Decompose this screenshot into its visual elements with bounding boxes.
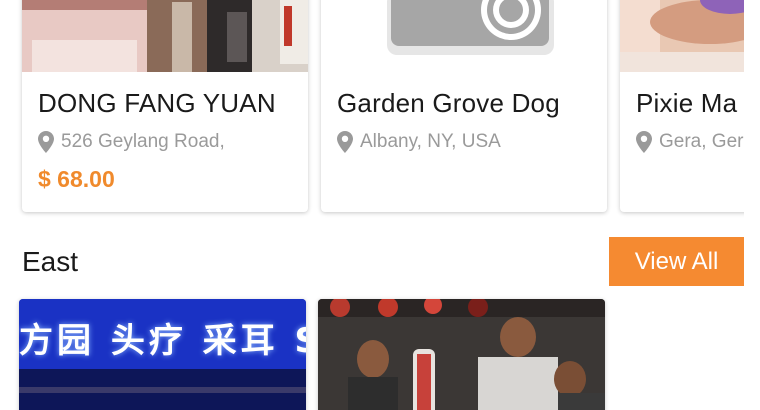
section-title-east: East <box>22 246 79 277</box>
east-listing-card[interactable]: 方园 头疗 采耳 S <box>19 299 306 410</box>
barbershop-photo <box>318 299 605 410</box>
listing-card-pixie[interactable]: Pixie Ma Gera, Gern <box>620 0 744 212</box>
listing-title[interactable]: Pixie Ma <box>636 88 737 119</box>
location-text: Albany, NY, USA <box>360 131 501 152</box>
location-text: 526 Geylang Road, <box>61 131 225 152</box>
massage-photo <box>620 0 744 72</box>
listing-title[interactable]: Garden Grove Dog <box>337 88 560 119</box>
location-text: Gera, Gern <box>659 131 744 152</box>
listing-price: $ 68.00 <box>38 166 115 192</box>
salon-interior-photo <box>22 0 308 72</box>
listing-location: Gera, Gern <box>636 131 744 153</box>
signboard-text: 方园 头疗 采耳 S <box>19 321 306 361</box>
view-all-button[interactable]: View All <box>609 237 744 286</box>
east-listing-card[interactable] <box>318 299 605 410</box>
listing-location: 526 Geylang Road, <box>38 131 225 153</box>
listing-card-garden-grove-dog[interactable]: Garden Grove Dog Albany, NY, USA <box>321 0 607 212</box>
map-pin-icon <box>38 131 54 153</box>
camera-icon <box>387 0 554 55</box>
map-pin-icon <box>337 131 353 153</box>
map-pin-icon <box>636 131 652 153</box>
listing-title[interactable]: DONG FANG YUAN <box>38 88 276 119</box>
listing-card-dong-fang-yuan[interactable]: DONG FANG YUAN 526 Geylang Road, $ 68.00 <box>22 0 308 212</box>
camera-placeholder <box>321 0 607 72</box>
listing-location: Albany, NY, USA <box>337 131 501 153</box>
